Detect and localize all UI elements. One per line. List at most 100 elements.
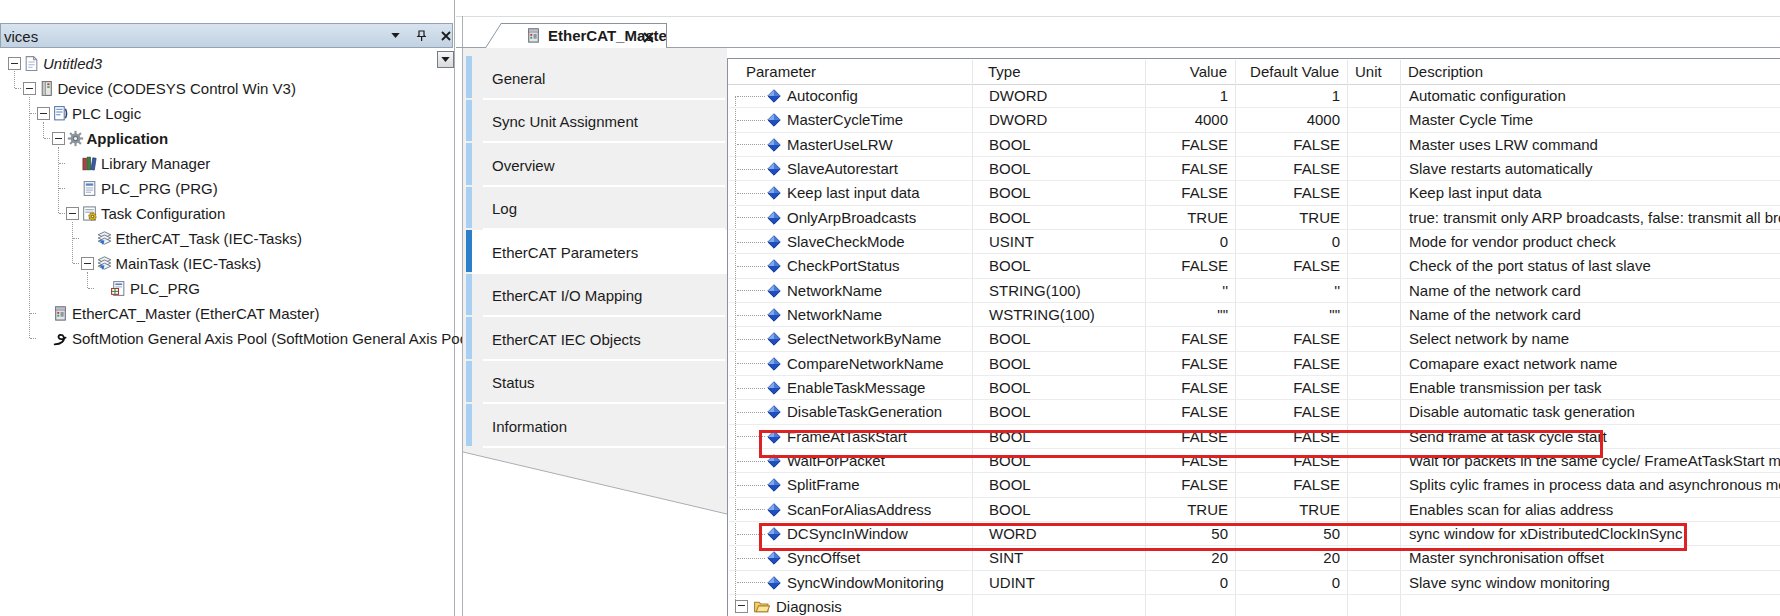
tab-separator [483,446,725,448]
tree-item-device-codesys-control-win-v3-[interactable]: Device (CODESYS Control Win V3) [23,76,296,101]
table-row-enabletaskmessage[interactable]: EnableTaskMessageBOOLFALSEFALSEEnable tr… [729,376,1780,400]
table-row-syncwindowmonitoring[interactable]: SyncWindowMonitoringUDINT00Slave sync wi… [729,571,1780,595]
tree-item-library-manager[interactable]: Library Manager [66,151,210,176]
tab-stripe [466,361,472,403]
tree-line [73,263,79,265]
param-value[interactable]: FALSE [1109,376,1228,399]
panel-menu-icon[interactable] [387,28,403,44]
table-row-networkname[interactable]: NetworkNameWSTRING(100)""""Name of the n… [729,303,1780,327]
expander-minus-icon[interactable] [81,257,94,270]
table-row-splitframe[interactable]: SplitFrameBOOLFALSEFALSESplits cylic fra… [729,473,1780,497]
expander-minus-icon[interactable] [37,107,50,120]
side-tab-ethercat-parameters[interactable]: EtherCAT Parameters [463,230,727,274]
param-default: FALSE [1237,181,1340,204]
side-tab-sync-unit-assignment[interactable]: Sync Unit Assignment [463,100,727,144]
pin-icon[interactable] [413,28,429,44]
param-value[interactable]: FALSE [1109,400,1228,423]
table-row-slaveautorestart[interactable]: SlaveAutorestartBOOLFALSEFALSESlave rest… [729,157,1780,181]
tree-line [88,288,94,290]
param-value[interactable]: 0 [1109,230,1228,253]
task-icon [96,230,113,247]
param-value[interactable]: FALSE [1109,327,1228,350]
table-row-keep-last-input-data[interactable]: Keep last input dataBOOLFALSEFALSEKeep l… [729,181,1780,205]
tab-close-icon[interactable] [643,24,654,48]
tree-line [737,509,765,510]
col-header-type[interactable]: Type [988,61,1021,83]
devices-panel-title: vices [4,27,38,44]
table-row-comparenetworkname[interactable]: CompareNetworkNameBOOLFALSEFALSEComapare… [729,352,1780,376]
tree-item-plc-prg-prg-[interactable]: PLC_PRG (PRG) [66,176,218,201]
tree-line [59,163,65,165]
param-value[interactable]: TRUE [1109,206,1228,229]
table-row-networkname[interactable]: NetworkNameSTRING(100)''''Name of the ne… [729,279,1780,303]
side-tab-status[interactable]: Status [463,361,727,405]
tree-item-application[interactable]: Application [52,126,169,151]
close-icon[interactable] [438,28,454,44]
devices-panel-header[interactable]: vices [0,23,453,48]
param-value[interactable]: TRUE [1109,498,1228,521]
col-header-value[interactable]: Value [1108,61,1227,83]
param-value[interactable]: 4000 [1109,108,1228,131]
param-value[interactable]: FALSE [1109,181,1228,204]
param-value[interactable]: "" [1109,303,1228,326]
tree-item-plc-prg[interactable]: PLC_PRG [95,276,200,301]
tree-item-ethercat-task-iec-tasks-[interactable]: EtherCAT_Task (IEC-Tasks) [81,226,302,251]
col-header-unit[interactable]: Unit [1355,61,1382,83]
param-value[interactable]: FALSE [1109,254,1228,277]
table-row-mastercycletime[interactable]: MasterCycleTimeDWORD40004000Master Cycle… [729,108,1780,132]
tree-line [737,461,765,462]
param-value[interactable]: 0 [1109,571,1228,594]
document-tab-ethercat-master[interactable]: EtherCAT_Master [485,23,667,48]
tree-dropdown-button[interactable] [437,51,454,68]
expander-minus-icon[interactable] [66,207,79,220]
expander-minus-icon[interactable] [735,600,748,613]
tree-item-softmotion-general-axis-pool-softmotion-[interactable]: SoftMotion General Axis Pool (SoftMotion… [37,326,476,351]
table-row-diagnosis[interactable]: Diagnosis [729,595,1780,616]
table-row-masteruselrw[interactable]: MasterUseLRWBOOLFALSEFALSEMaster uses LR… [729,133,1780,157]
tree-item-untitled3[interactable]: Untitled3 [8,51,102,76]
side-tab-overview[interactable]: Overview [463,143,727,187]
expander-minus-icon[interactable] [8,57,21,70]
col-header-default-value[interactable]: Default Value [1236,61,1339,83]
parameter-icon [767,284,781,298]
col-header-description[interactable]: Description [1408,61,1483,83]
tree-line [737,363,765,364]
table-row-selectnetworkbyname[interactable]: SelectNetworkByNameBOOLFALSEFALSESelect … [729,327,1780,351]
expander-minus-icon[interactable] [23,82,36,95]
device-icon [38,80,55,97]
tree-item-task-configuration[interactable]: Task Configuration [66,201,225,226]
side-tab-ethercat-iec-objects[interactable]: EtherCAT IEC Objects [463,317,727,361]
tree-line [737,388,765,389]
param-description: Check of the port status of last slave [1409,254,1651,277]
side-tab-label: Overview [492,156,555,173]
param-value[interactable]: FALSE [1109,157,1228,180]
param-name: SlaveAutorestart [787,157,898,180]
param-name: Autoconfig [787,84,858,107]
side-tab-information[interactable]: Information [463,404,727,448]
param-default: FALSE [1237,327,1340,350]
param-value[interactable]: FALSE [1109,352,1228,375]
tree-item-plc-logic[interactable]: PLC Logic [37,101,141,126]
param-value[interactable]: FALSE [1109,473,1228,496]
tree-line [737,485,765,486]
table-row-scanforaliasaddress[interactable]: ScanForAliasAddressBOOLTRUETRUEEnables s… [729,498,1780,522]
param-name: NetworkName [787,279,882,302]
side-tab-log[interactable]: Log [463,187,727,231]
table-row-autoconfig[interactable]: AutoconfigDWORD11Automatic configuration [729,84,1780,108]
param-value[interactable]: 1 [1109,84,1228,107]
table-row-checkportstatus[interactable]: CheckPortStatusBOOLFALSEFALSECheck of th… [729,254,1780,278]
tree-item-maintask-iec-tasks-[interactable]: MainTask (IEC-Tasks) [81,251,262,276]
param-value[interactable]: FALSE [1109,133,1228,156]
highlight-box [759,523,1687,551]
table-row-slavecheckmode[interactable]: SlaveCheckModeUSINT00Mode for vendor pro… [729,230,1780,254]
tree-item-ethercat-master-ethercat-master-[interactable]: EtherCAT_Master (EtherCAT Master) [37,301,320,326]
table-row-disabletaskgeneration[interactable]: DisableTaskGenerationBOOLFALSEFALSEDisab… [729,400,1780,424]
side-tab-general[interactable]: General [463,56,727,100]
table-row-onlyarpbroadcasts[interactable]: OnlyArpBroadcastsBOOLTRUETRUEtrue: trans… [729,206,1780,230]
col-header-parameter[interactable]: Parameter [746,61,816,83]
tree-line [737,96,765,97]
expander-minus-icon[interactable] [52,132,65,145]
side-tab-ethercat-i-o-mapping[interactable]: EtherCAT I/O Mapping [463,274,727,318]
tree-line [737,339,765,340]
param-value[interactable]: '' [1109,279,1228,302]
